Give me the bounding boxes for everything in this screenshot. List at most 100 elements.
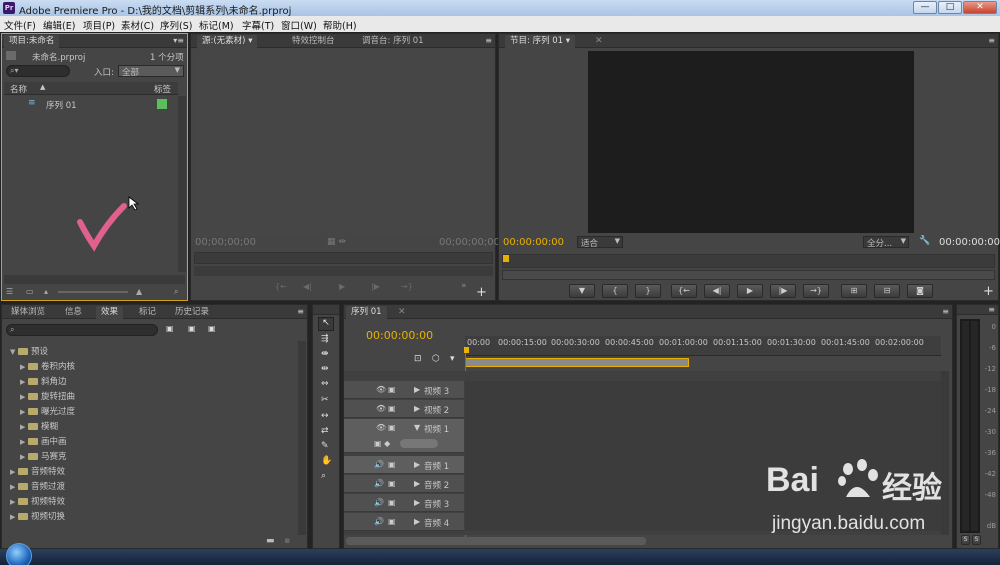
- set-marker-icon[interactable]: ⬡: [432, 354, 440, 364]
- delete-icon[interactable]: ▪: [284, 536, 290, 546]
- tree-folder-audio-effects[interactable]: ▶ 音频特效: [10, 465, 65, 477]
- tab-program[interactable]: 节目: 序列 01 ▾: [505, 35, 576, 48]
- tab-markers[interactable]: 标记: [134, 306, 161, 319]
- quality-dropdown[interactable]: 全分... ▼: [863, 236, 909, 249]
- source-scrub-bar[interactable]: [194, 266, 493, 276]
- source-time-ruler[interactable]: [194, 252, 493, 264]
- tree-item[interactable]: ▶ 旋转扭曲: [20, 390, 75, 402]
- effects-scrollbar[interactable]: [298, 341, 306, 535]
- project-item[interactable]: ≡ 序列 01: [4, 96, 178, 112]
- search-icon[interactable]: ⌕: [174, 287, 178, 297]
- panel-menu-icon[interactable]: ≡: [485, 36, 492, 45]
- forward-icon[interactable]: |▶: [371, 282, 380, 291]
- marker-icon[interactable]: ▾: [450, 354, 455, 364]
- tab-effects[interactable]: 效果: [96, 306, 124, 319]
- mark-in-button[interactable]: {: [602, 284, 628, 298]
- add-button-icon[interactable]: +: [983, 284, 994, 299]
- panel-menu-icon[interactable]: ≡: [297, 307, 304, 316]
- fit-dropdown[interactable]: 适合 ▼: [577, 236, 623, 249]
- track-header-audio-3[interactable]: 🔊 ▣ ▶ 音频 3: [344, 494, 464, 512]
- horizontal-scrollbar[interactable]: [4, 275, 185, 284]
- more-icon[interactable]: »: [461, 281, 467, 291]
- in-dropdown[interactable]: 全部 ▼: [118, 65, 184, 78]
- accelerated-effects-icon[interactable]: ▣: [166, 324, 174, 333]
- close-tab-icon[interactable]: ✕: [595, 36, 603, 46]
- project-search-input[interactable]: ⌕▾: [6, 65, 70, 77]
- track-header-video-2[interactable]: 👁 ▣ ▶ 视频 2: [344, 400, 464, 418]
- go-to-out-button[interactable]: →}: [803, 284, 829, 298]
- wrench-icon[interactable]: 🔧: [919, 236, 930, 246]
- tree-folder-presets[interactable]: ▼ 预设: [10, 345, 48, 357]
- playhead-marker[interactable]: [503, 255, 509, 262]
- program-scrub-bar[interactable]: [502, 270, 995, 280]
- menu-sequence[interactable]: 序列(S): [160, 18, 192, 32]
- tab-sequence[interactable]: 序列 01: [346, 306, 387, 319]
- step-forward-icon[interactable]: →}: [401, 282, 413, 291]
- snap-icon[interactable]: ⊡: [414, 354, 422, 364]
- rolling-edit-tool-icon[interactable]: ⇹: [321, 364, 329, 374]
- col-name[interactable]: 名称: [10, 83, 27, 95]
- track-header-video-1[interactable]: 👁 ▣ ▼ 视频 1 ▣ ◆: [344, 419, 464, 453]
- timeline-timecode[interactable]: 00:00:00:00: [366, 329, 433, 342]
- tab-media-browser[interactable]: 媒体浏览: [6, 306, 50, 319]
- track-header-audio-4[interactable]: 🔊 ▣ ▶ 音频 4: [344, 513, 464, 531]
- tab-project[interactable]: 项目:未命名: [4, 35, 60, 48]
- work-area-bar[interactable]: [465, 358, 689, 367]
- menu-clip[interactable]: 素材(C): [121, 18, 154, 32]
- track-header-audio-2[interactable]: 🔊 ▣ ▶ 音频 2: [344, 475, 464, 493]
- track-header-audio-1[interactable]: 🔊 ▣ ▶ 音频 1: [344, 456, 464, 474]
- tree-item[interactable]: ▶ 画中画: [20, 435, 67, 447]
- razor-tool-icon[interactable]: ✂: [321, 395, 329, 405]
- yuv-effects-icon[interactable]: ▣: [208, 324, 216, 333]
- selection-tool-icon[interactable]: ↖: [318, 317, 334, 331]
- slip-tool-icon[interactable]: ↔: [321, 411, 329, 421]
- windows-start-button[interactable]: [6, 543, 32, 565]
- keyframe-nav[interactable]: [400, 439, 438, 448]
- tree-item[interactable]: ▶ 斜角边: [20, 375, 67, 387]
- effects-search-input[interactable]: ⌕: [6, 324, 158, 336]
- pen-tool-icon[interactable]: ✎: [321, 441, 329, 451]
- zoom-small-icon[interactable]: ▴: [44, 287, 48, 296]
- program-time-ruler[interactable]: [502, 254, 995, 268]
- 32bit-effects-icon[interactable]: ▣: [188, 324, 196, 333]
- close-button[interactable]: ✕: [963, 1, 997, 14]
- menu-marker[interactable]: 标记(M): [199, 18, 234, 32]
- marker-button[interactable]: ▼: [569, 284, 595, 298]
- icon-view-icon[interactable]: ▭: [26, 287, 34, 296]
- minimize-button[interactable]: —: [913, 1, 937, 14]
- close-tab-icon[interactable]: ✕: [398, 307, 406, 317]
- step-forward-button[interactable]: |▶: [770, 284, 796, 298]
- track-select-tool-icon[interactable]: ⇶: [321, 334, 329, 344]
- timeline-ruler[interactable]: 00:00 00:00:15:00 00:00:30:00 00:00:45:0…: [465, 336, 941, 356]
- menu-file[interactable]: 文件(F): [4, 18, 36, 32]
- menu-edit[interactable]: 编辑(E): [43, 18, 75, 32]
- playhead-marker[interactable]: [464, 347, 469, 353]
- tree-folder-video-effects[interactable]: ▶ 视频特效: [10, 495, 65, 507]
- tab-history[interactable]: 历史记录: [170, 306, 214, 319]
- tree-item[interactable]: ▶ 模糊: [20, 420, 58, 432]
- tree-item[interactable]: ▶ 马赛克: [20, 450, 67, 462]
- lift-button[interactable]: ⊞: [841, 284, 867, 298]
- play-button[interactable]: ▶: [737, 284, 763, 298]
- hand-tool-icon[interactable]: ✋: [321, 456, 332, 466]
- tab-audio-mixer[interactable]: 调音台: 序列 01: [357, 35, 429, 48]
- zoom-large-icon[interactable]: ▲: [136, 287, 142, 296]
- panel-menu-icon[interactable]: ≡: [988, 36, 995, 45]
- list-view-icon[interactable]: ☰: [6, 287, 13, 296]
- go-to-in-button[interactable]: {←: [671, 284, 697, 298]
- panel-menu-icon[interactable]: ≡: [942, 307, 949, 316]
- col-label[interactable]: 标签: [154, 83, 171, 95]
- export-frame-button[interactable]: ◙: [907, 284, 933, 298]
- menu-project[interactable]: 项目(P): [83, 18, 115, 32]
- track-header-video-3[interactable]: 👁 ▣ ▶ 视频 3: [344, 381, 464, 399]
- mark-out-button[interactable]: }: [635, 284, 661, 298]
- rewind-icon[interactable]: ◀|: [303, 282, 312, 291]
- tree-item[interactable]: ▶ 曝光过度: [20, 405, 75, 417]
- tab-source[interactable]: 源:(无素材) ▾: [197, 35, 258, 48]
- menu-title[interactable]: 字幕(T): [242, 18, 274, 32]
- slide-tool-icon[interactable]: ⇄: [321, 426, 329, 436]
- extract-button[interactable]: ⊟: [874, 284, 900, 298]
- zoom-tool-icon[interactable]: ⌕: [321, 471, 326, 481]
- tab-info[interactable]: 信息: [60, 306, 87, 319]
- tab-effect-controls[interactable]: 特效控制台: [287, 35, 340, 48]
